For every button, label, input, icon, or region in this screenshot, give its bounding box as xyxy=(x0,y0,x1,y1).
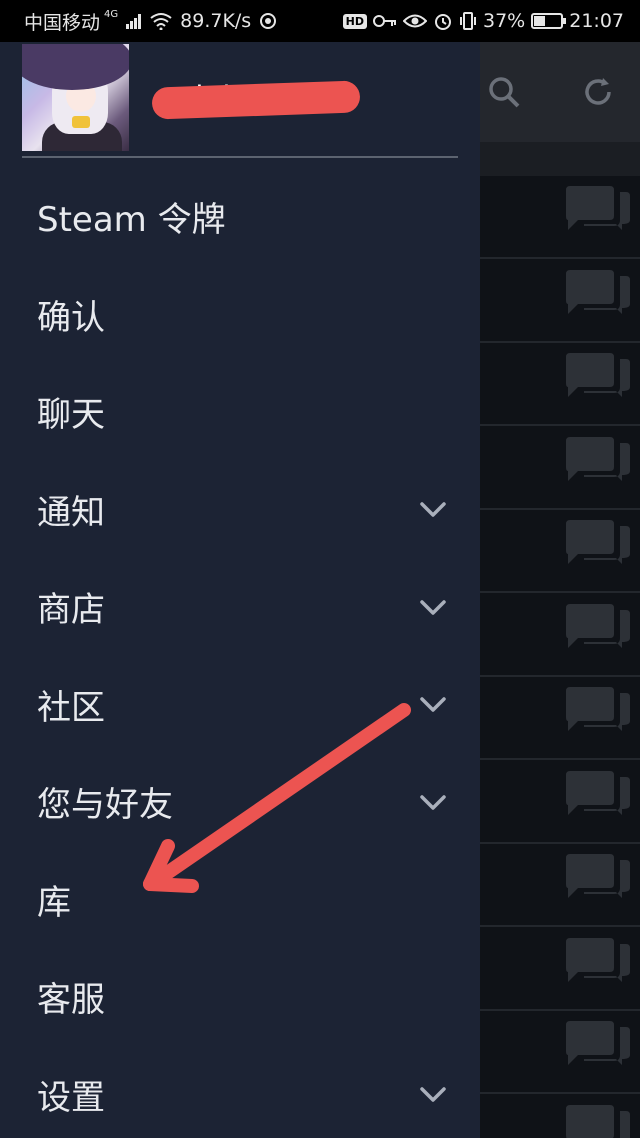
chevron-down-icon[interactable] xyxy=(418,595,448,619)
chat-icon xyxy=(564,603,634,666)
list-item[interactable] xyxy=(480,510,640,593)
menu-item-label: 通知 xyxy=(37,492,105,533)
menu-item-confirmations[interactable]: 确认 xyxy=(0,266,480,364)
menu-item-support[interactable]: 客服 xyxy=(0,948,480,1046)
chevron-down-icon[interactable] xyxy=(418,497,448,521)
clock: 21:07 xyxy=(569,10,624,32)
drawer-menu: Steam 令牌 确认聊天通知商店社区您与好友库客服设置 xyxy=(0,168,480,1138)
chevron-down-icon[interactable] xyxy=(418,692,448,716)
chat-icon xyxy=(564,520,634,582)
redaction-mark xyxy=(151,80,361,120)
menu-item-chat[interactable]: 聊天 xyxy=(0,363,480,461)
vibrate-icon xyxy=(459,11,477,31)
chat-icon xyxy=(564,1021,634,1083)
menu-item-label: 设置 xyxy=(37,1077,105,1118)
menu-item-label: 客服 xyxy=(37,980,105,1021)
network-speed: 89.7K/s xyxy=(180,10,252,32)
location-target-icon xyxy=(259,12,277,30)
menu-item-store[interactable]: 商店 xyxy=(0,558,480,656)
list-item[interactable] xyxy=(480,259,640,343)
menu-item-steam-guard[interactable]: Steam 令牌 xyxy=(0,168,480,266)
list-item[interactable] xyxy=(480,1011,640,1094)
list-item[interactable] xyxy=(480,176,640,259)
menu-item-community[interactable]: 社区 xyxy=(0,656,480,754)
list-item[interactable] xyxy=(480,844,640,927)
chat-icon xyxy=(564,353,634,415)
menu-item-library[interactable]: 库 xyxy=(0,851,480,949)
wifi-icon xyxy=(150,12,172,30)
chat-icon xyxy=(564,770,634,833)
chat-icon xyxy=(564,1104,634,1138)
menu-item-label: 聊天 xyxy=(37,395,105,436)
key-icon xyxy=(373,14,397,28)
chat-icon xyxy=(564,436,634,499)
chat-icon xyxy=(564,269,634,332)
avatar[interactable] xyxy=(22,44,129,151)
list-item[interactable] xyxy=(480,927,640,1011)
alarm-icon xyxy=(433,11,453,31)
menu-item-settings[interactable]: 设置 xyxy=(0,1046,480,1138)
list-item[interactable] xyxy=(480,426,640,510)
battery-percent: 37% xyxy=(483,10,526,32)
menu-item-label: 商店 xyxy=(37,590,105,631)
menu-item-label: 您与好友 xyxy=(37,785,173,826)
list-item[interactable] xyxy=(480,760,640,844)
chat-icon xyxy=(564,186,634,248)
battery-icon xyxy=(531,13,567,29)
list-item[interactable] xyxy=(480,1094,640,1138)
chevron-down-icon[interactable] xyxy=(418,1082,448,1106)
carrier-label: 中国移动 xyxy=(24,11,101,34)
menu-item-label: 社区 xyxy=(37,687,105,728)
menu-item-label: 确认 xyxy=(37,297,105,338)
menu-item-label: Steam 令牌 xyxy=(37,200,226,241)
menu-item-label: 库 xyxy=(37,882,71,923)
divider xyxy=(22,156,458,158)
chat-icon xyxy=(564,687,634,749)
status-bar: 中国移动 4G 89.7K/s HD 37% 21:07 xyxy=(0,0,640,42)
network-type: 4G xyxy=(104,8,119,20)
search-icon[interactable] xyxy=(484,72,524,112)
list-item[interactable] xyxy=(480,677,640,760)
signal-icon xyxy=(126,13,142,29)
menu-item-notifications[interactable]: 通知 xyxy=(0,461,480,559)
navigation-drawer: …zhda Steam 令牌确认聊天通知商店社区您与好友库客服设置 xyxy=(0,42,480,1138)
list-item[interactable] xyxy=(480,593,640,677)
chevron-down-icon[interactable] xyxy=(418,790,448,814)
menu-item-you-and-friends[interactable]: 您与好友 xyxy=(0,753,480,851)
eye-icon xyxy=(403,13,427,29)
chat-icon xyxy=(564,937,634,1000)
username-area[interactable]: …zhda xyxy=(150,76,370,126)
list-item[interactable] xyxy=(480,343,640,426)
refresh-icon[interactable] xyxy=(578,72,618,112)
hd-badge: HD xyxy=(342,13,367,29)
chat-icon xyxy=(564,854,634,916)
